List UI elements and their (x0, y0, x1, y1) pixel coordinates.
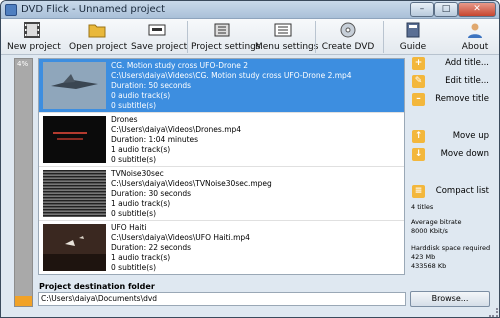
video-thumbnail (43, 224, 106, 271)
menu-settings-label: Menu settings (255, 42, 319, 52)
disc-usage-bar: 4% (14, 58, 33, 307)
title-subtitles: 0 subtitle(s) (111, 101, 156, 110)
title-bar: DVD Flick - Unnamed project – □ ✕ (1, 1, 499, 19)
title-row[interactable]: TVNoise30sec C:\Users\daiya\Videos\TVNoi… (39, 167, 404, 221)
compact-list-icon: ≡ (412, 185, 425, 198)
disc-icon (340, 22, 356, 38)
title-audio-tracks: 0 audio track(s) (111, 91, 171, 100)
title-subtitles: 0 subtitle(s) (111, 155, 156, 164)
title-subtitles: 0 subtitle(s) (111, 209, 156, 218)
title-name: Drones (111, 115, 138, 124)
plus-icon: + (412, 57, 425, 70)
compact-list-label: Compact list (435, 186, 489, 196)
remove-title-label: Remove title (435, 94, 489, 104)
add-title-button[interactable]: + Add title... (411, 56, 491, 72)
average-bitrate-value: 8000 Kbit/s (411, 227, 448, 235)
resize-grip[interactable] (489, 308, 498, 317)
project-settings-label: Project settings (191, 42, 261, 52)
disc-usage-percent: 4% (17, 60, 29, 68)
main-toolbar: New project Open project Save project Pr… (1, 19, 499, 55)
application-window: DVD Flick - Unnamed project – □ ✕ New pr… (0, 0, 500, 318)
title-name: TVNoise30sec (111, 169, 164, 178)
about-button[interactable]: About (459, 21, 491, 53)
move-up-button[interactable]: ↑ Move up (411, 129, 491, 145)
titles-count: 4 titles (411, 203, 434, 211)
maximize-button[interactable]: □ (434, 2, 458, 17)
browse-button[interactable]: Browse... (410, 291, 490, 307)
open-project-label: Open project (69, 42, 128, 52)
menu-settings-button[interactable]: Menu settings (255, 21, 319, 53)
edit-title-label: Edit title... (445, 76, 489, 86)
video-thumbnail (43, 62, 106, 109)
harddisk-space-kb: 433568 Kb (411, 262, 447, 270)
edit-icon: ✎ (412, 75, 425, 88)
title-audio-tracks: 1 audio track(s) (111, 199, 171, 208)
title-path: C:\Users\daiya\Videos\TVNoise30sec.mpeg (111, 179, 272, 188)
edit-title-button[interactable]: ✎ Edit title... (411, 74, 491, 90)
folder-icon (88, 24, 106, 38)
arrow-up-icon: ↑ (412, 130, 425, 143)
project-settings-button[interactable]: Project settings (191, 21, 261, 53)
create-dvd-button[interactable]: Create DVD (321, 21, 375, 53)
title-path: C:\Users\daiya\Videos\CG. Motion study c… (111, 71, 352, 80)
title-list[interactable]: CG. Motion study cross UFO-Drone 2 C:\Us… (38, 58, 405, 275)
drones-thumbnail-icon (43, 116, 106, 163)
title-duration: Duration: 22 seconds (111, 243, 192, 252)
title-row[interactable]: Drones C:\Users\daiya\Videos\Drones.mp4 … (39, 113, 404, 167)
toolbar-separator (187, 21, 188, 53)
about-user-icon (468, 23, 482, 38)
title-duration: Duration: 1:04 minutes (111, 135, 199, 144)
title-audio-tracks: 1 audio track(s) (111, 253, 171, 262)
book-icon (406, 22, 420, 38)
save-disk-icon (148, 24, 166, 36)
title-audio-tracks: 1 audio track(s) (111, 145, 171, 154)
save-project-button[interactable]: Save project (131, 21, 188, 53)
create-dvd-label: Create DVD (321, 42, 375, 52)
move-down-button[interactable]: ↓ Move down (411, 147, 491, 163)
title-subtitles: 0 subtitle(s) (111, 263, 156, 272)
harddisk-space-mb: 423 Mb (411, 253, 436, 261)
destination-folder-input[interactable]: C:\Users\daiya\Documents\dvd (38, 292, 406, 306)
compact-list-button[interactable]: ≡ Compact list (411, 184, 491, 200)
close-button[interactable]: ✕ (458, 2, 496, 17)
title-duration: Duration: 50 seconds (111, 81, 192, 90)
ufo-thumbnail-icon (43, 224, 106, 271)
harddisk-space-label: Harddisk space required (411, 244, 491, 252)
save-project-label: Save project (131, 42, 188, 52)
average-bitrate-label: Average bitrate (411, 218, 462, 226)
add-title-label: Add title... (445, 58, 489, 68)
minus-icon: – (412, 93, 425, 106)
title-row[interactable]: UFO Haiti C:\Users\daiya\Videos\UFO Hait… (39, 221, 404, 274)
menu-icon (274, 23, 292, 37)
drone-thumbnail-icon (43, 62, 106, 109)
film-strip-icon (24, 22, 40, 38)
toolbar-separator (315, 21, 316, 53)
title-duration: Duration: 30 seconds (111, 189, 192, 198)
open-project-button[interactable]: Open project (69, 21, 128, 53)
title-path: C:\Users\daiya\Videos\Drones.mp4 (111, 125, 242, 134)
move-down-label: Move down (440, 149, 489, 159)
toolbar-separator (383, 21, 384, 53)
settings-sliders-icon (214, 23, 230, 37)
title-row[interactable]: CG. Motion study cross UFO-Drone 2 C:\Us… (39, 59, 404, 113)
video-thumbnail (43, 170, 106, 217)
guide-label: Guide (399, 42, 427, 52)
title-name: CG. Motion study cross UFO-Drone 2 (111, 61, 249, 70)
disc-usage-fill (15, 296, 32, 306)
dvd-flick-app-icon (5, 4, 17, 16)
remove-title-button[interactable]: – Remove title (411, 92, 491, 108)
new-project-button[interactable]: New project (7, 21, 61, 53)
about-label: About (461, 42, 489, 52)
video-thumbnail (43, 116, 106, 163)
move-up-label: Move up (452, 131, 489, 141)
title-name: UFO Haiti (111, 223, 147, 232)
guide-button[interactable]: Guide (397, 21, 429, 53)
window-title: DVD Flick - Unnamed project (21, 4, 166, 15)
minimize-button[interactable]: – (410, 2, 434, 17)
title-path: C:\Users\daiya\Videos\UFO Haiti.mp4 (111, 233, 250, 242)
arrow-down-icon: ↓ (412, 148, 425, 161)
new-project-label: New project (7, 42, 61, 52)
destination-folder-label: Project destination folder (39, 282, 155, 291)
